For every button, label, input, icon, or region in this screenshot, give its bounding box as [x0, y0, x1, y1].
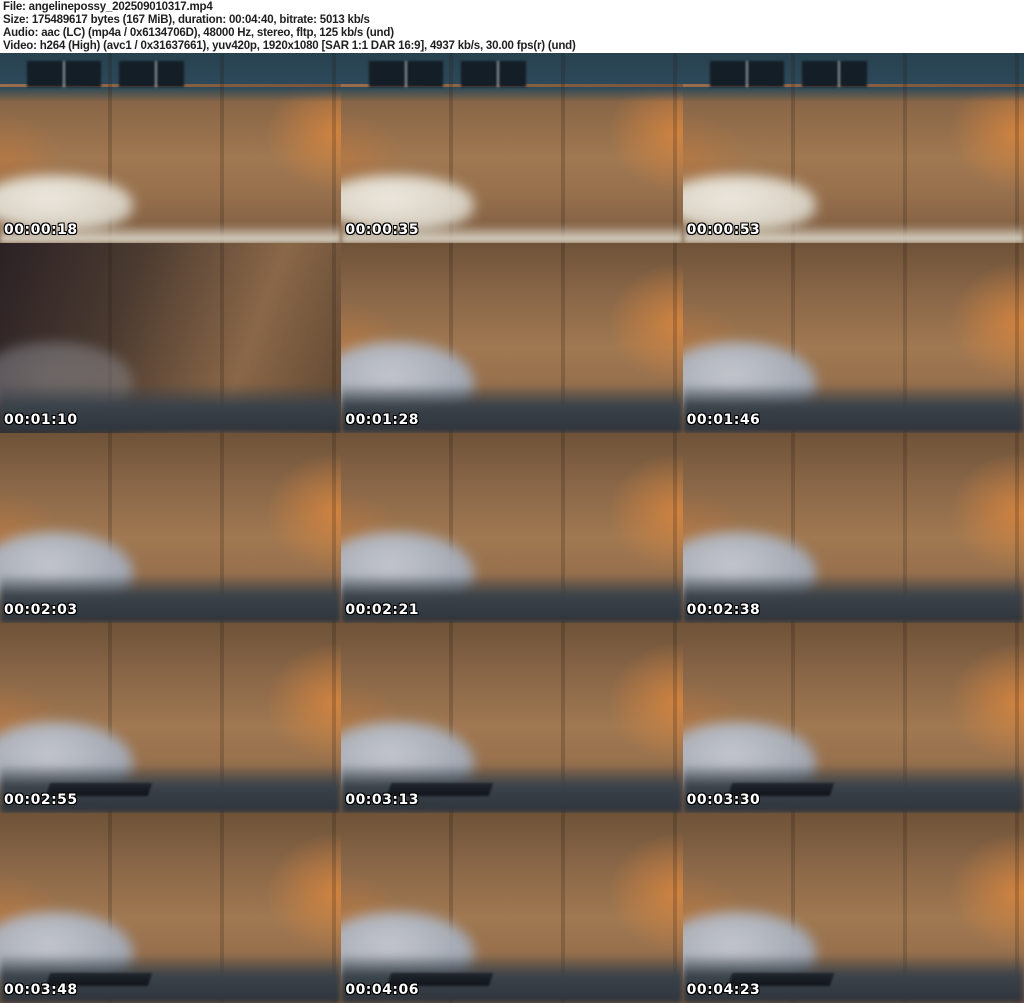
video-info-line: Video: h264 (High) (avc1 / 0x31637661), …	[3, 40, 576, 52]
video-thumbnail: 00:02:21	[341, 433, 683, 623]
video-thumbnail: 00:00:18	[0, 53, 342, 243]
timestamp-overlay: 00:01:28	[345, 412, 419, 428]
blurred-figure-art	[433, 87, 590, 243]
timestamp-overlay: 00:00:35	[345, 222, 419, 238]
timestamp-overlay: 00:02:38	[686, 602, 761, 618]
media-info-header: File: angelinepossy_202509010317.mp4 Siz…	[0, 0, 1024, 53]
timestamp-overlay: 00:03:48	[4, 982, 78, 998]
video-thumbnail: 00:01:10	[0, 243, 342, 433]
video-thumbnail: 00:00:35	[341, 53, 683, 243]
blurred-figure-art	[113, 87, 270, 243]
timestamp-overlay: 00:02:55	[4, 792, 78, 808]
timestamp-overlay: 00:03:13	[345, 792, 419, 808]
blurred-figure-art	[809, 87, 966, 243]
video-thumbnail: 00:03:13	[341, 623, 683, 813]
timestamp-overlay: 00:00:53	[686, 222, 761, 238]
timestamp-overlay: 00:01:46	[686, 412, 761, 428]
video-thumbnail: 00:02:38	[682, 433, 1024, 623]
thumbnail-grid: 00:00:18 00:00:35 00:00:53 00:01:10 00:0…	[0, 53, 1024, 1003]
video-thumbnail: 00:02:03	[0, 433, 342, 623]
timestamp-overlay: 00:04:23	[686, 982, 761, 998]
video-thumbnail: 00:01:46	[682, 243, 1024, 433]
timestamp-overlay: 00:02:21	[345, 602, 419, 618]
timestamp-overlay: 00:04:06	[345, 982, 419, 998]
file-size-line: Size: 175489617 bytes (167 MiB), duratio…	[3, 14, 370, 26]
timestamp-overlay: 00:02:03	[4, 602, 78, 618]
video-thumbnail: 00:01:28	[341, 243, 683, 433]
video-thumbnail: 00:03:30	[682, 623, 1024, 813]
timestamp-overlay: 00:01:10	[4, 412, 78, 428]
timestamp-overlay: 00:00:18	[4, 222, 78, 238]
video-thumbnail: 00:04:23	[682, 813, 1024, 1003]
file-name-line: File: angelinepossy_202509010317.mp4	[3, 1, 213, 13]
video-thumbnail: 00:03:48	[0, 813, 342, 1003]
audio-info-line: Audio: aac (LC) (mp4a / 0x6134706D), 480…	[3, 27, 394, 39]
video-thumbnail: 00:04:06	[341, 813, 683, 1003]
video-thumbnail: 00:02:55	[0, 623, 342, 813]
video-thumbnail: 00:00:53	[682, 53, 1024, 243]
timestamp-overlay: 00:03:30	[686, 792, 761, 808]
